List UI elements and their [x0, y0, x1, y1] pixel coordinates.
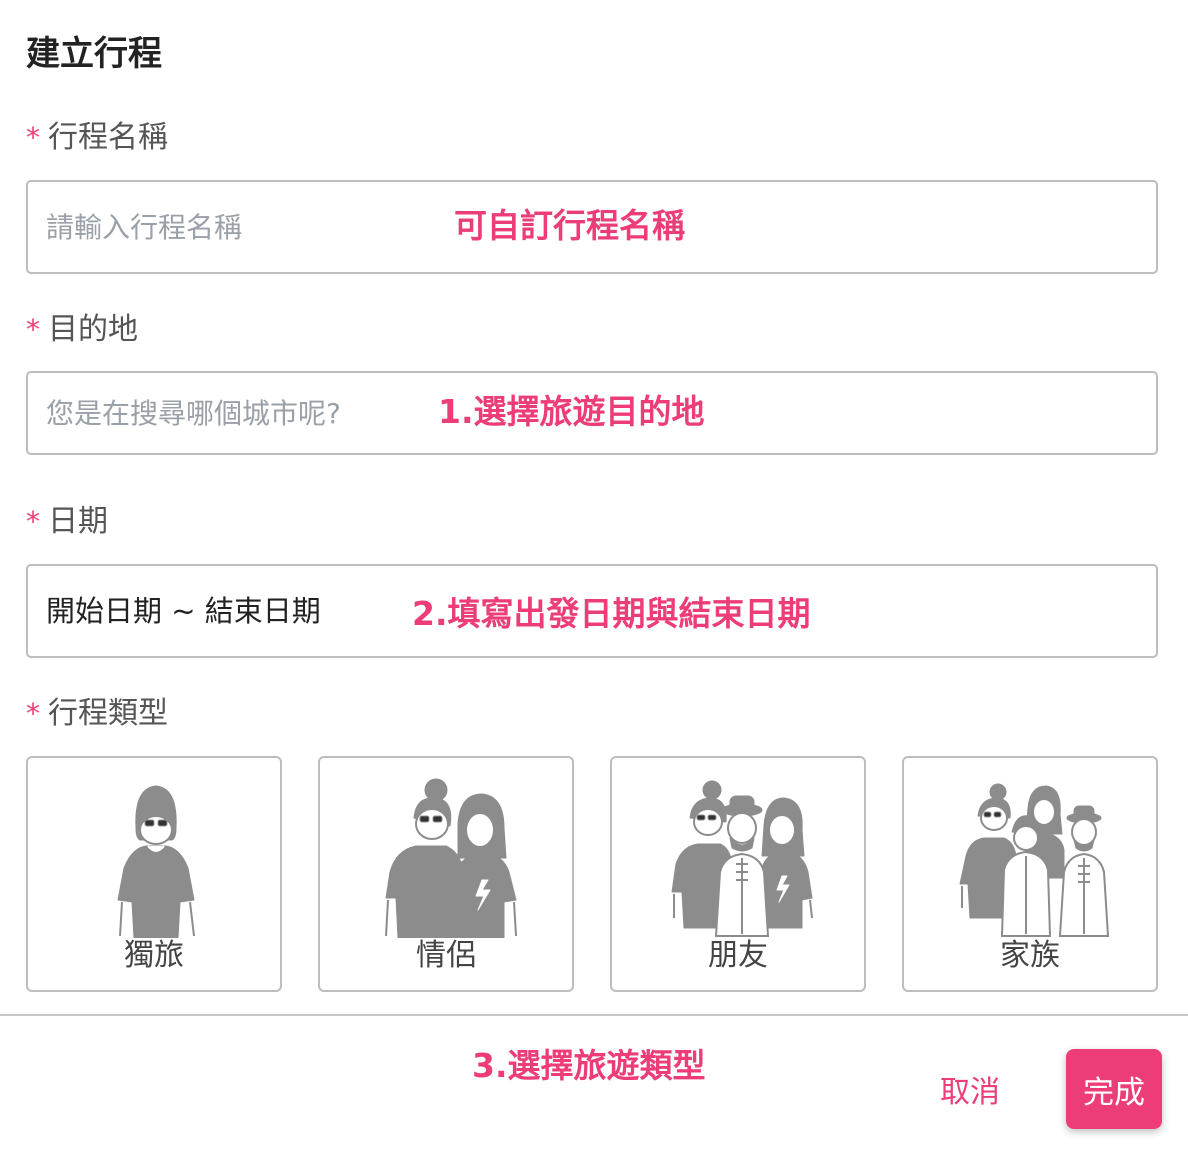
trip-type-option-solo[interactable]: 獨旅 — [26, 756, 282, 992]
date-annotation: 2.填寫出發日期與結束日期 — [412, 594, 811, 633]
done-button[interactable]: 完成 — [1066, 1049, 1162, 1129]
friends-group-icon — [671, 780, 813, 937]
required-mark: * — [26, 313, 40, 346]
required-mark: * — [26, 505, 40, 538]
couple-icon — [385, 778, 517, 938]
cancel-button[interactable]: 取消 — [928, 1064, 1012, 1114]
date-range-value: 開始日期 ~ 結束日期 — [46, 594, 321, 628]
required-mark: * — [26, 121, 40, 154]
trip-name-label: * 行程名稱 — [26, 118, 168, 158]
required-mark: * — [26, 697, 40, 730]
trip-name-annotation: 可自訂行程名稱 — [454, 206, 685, 245]
trip-type-label: * 行程類型 — [26, 694, 168, 734]
trip-type-option-friends[interactable]: 朋友 — [610, 756, 866, 992]
destination-annotation: 1.選擇旅遊目的地 — [438, 392, 705, 431]
trip-type-option-label: 朋友 — [708, 938, 768, 973]
date-label-text: 日期 — [48, 504, 108, 539]
trip-type-option-label: 家族 — [1000, 938, 1060, 973]
destination-search-input[interactable] — [46, 373, 426, 453]
trip-name-input[interactable] — [46, 182, 406, 272]
footer-divider — [0, 1014, 1188, 1016]
family-group-icon — [959, 783, 1110, 937]
date-label: * 日期 — [26, 502, 108, 542]
trip-type-option-family[interactable]: 家族 — [902, 756, 1158, 992]
trip-type-option-couple[interactable]: 情侶 — [318, 756, 574, 992]
trip-name-label-text: 行程名稱 — [48, 120, 168, 155]
destination-label-text: 目的地 — [48, 312, 138, 347]
trip-type-option-label: 獨旅 — [124, 938, 184, 973]
trip-type-option-label: 情侶 — [416, 938, 476, 973]
trip-type-annotation: 3.選擇旅遊類型 — [472, 1046, 706, 1085]
destination-label: * 目的地 — [26, 310, 138, 350]
trip-type-label-text: 行程類型 — [48, 696, 168, 731]
solo-traveler-icon — [117, 785, 195, 938]
page-title: 建立行程 — [26, 34, 162, 74]
